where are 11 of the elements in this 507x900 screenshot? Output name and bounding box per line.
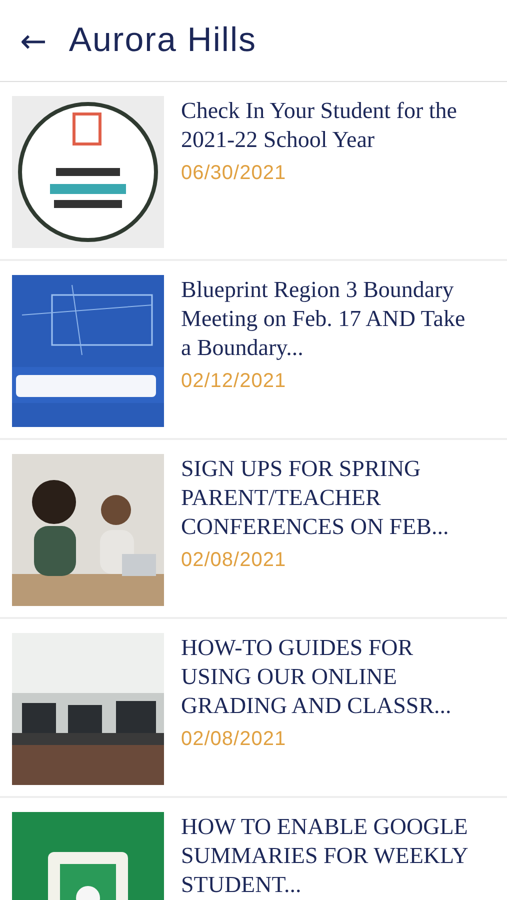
post-title[interactable]: HOW-TO GUIDES FOR USING OUR ONLINE GRADING AND CLASSR... [181,633,481,720]
post-date: 02/12/2021 [181,370,288,393]
post-date: 06/30/2021 [181,162,288,185]
back-button[interactable]: ← [20,24,47,56]
page-title: Aurora Hills [68,21,257,60]
post-title[interactable]: SIGN UPS FOR SPRING PARENT/TEACHER CONFERENCES ON FEB... [181,454,481,541]
post-date: 02/08/2021 [181,728,288,751]
post-title[interactable]: Blueprint Region 3 Boundary Meeting on Feb. 17 AND Take a Boundary... [181,275,481,362]
post-date: 02/08/2021 [181,549,288,572]
post-title[interactable]: HOW TO ENABLE GOOGLE SUMMARIES FOR WEEKLY STUDENT... [181,812,481,899]
post-title[interactable]: Check In Your Student for the 2021-22 School Year [181,96,481,154]
